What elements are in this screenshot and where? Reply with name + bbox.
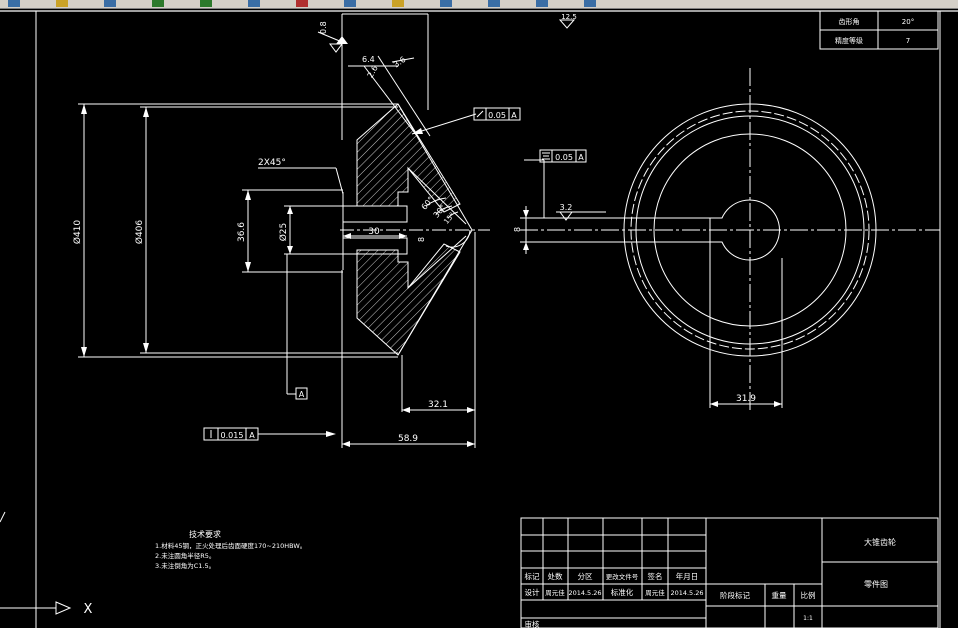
gear-section-hatch-upper [356,103,461,213]
spec-label: 精度等级 [835,36,863,45]
svg-text:年月日: 年月日 [676,571,699,581]
roughness-symbol [559,211,573,221]
dim-dia-410: Ø410 [72,220,83,245]
dim-31-9: 31.9 [736,394,756,404]
drawing-number: 零件图 [864,579,888,589]
svg-text:分区: 分区 [578,572,593,581]
svg-text:标准化: 标准化 [611,587,634,597]
svg-text:A: A [578,153,584,162]
svg-text:周元佳: 周元佳 [545,588,565,597]
redo-icon[interactable] [200,0,212,7]
datum-marker-a: A [295,387,308,400]
svg-text:阶段标记: 阶段标记 [720,590,750,600]
zoom-window-icon[interactable] [344,0,356,7]
ucs-icon: X [0,511,93,617]
spec-value: 7 [906,37,910,45]
layer-icon[interactable] [56,0,68,7]
svg-text:0.05: 0.05 [555,153,573,162]
undo-icon[interactable] [152,0,164,7]
svg-text:0.015: 0.015 [221,431,244,440]
tolerance-frame-runout[interactable]: 0.05 A [473,107,521,121]
svg-text:签名: 签名 [648,571,663,581]
gear-section-view[interactable]: 0.8 6.4 3.6 2.6 2X45° Ø410 Ø406 36.6 Ø25… [72,13,521,448]
print-icon[interactable] [104,0,116,7]
tech-line: 2.未注圆角半径R5。 [155,551,215,560]
svg-text:更改文件号: 更改文件号 [606,572,639,581]
dim-36-6: 36.6 [237,222,247,242]
dim-rough-3-2: 3.2 [560,203,573,212]
arrow-icon[interactable] [8,0,20,7]
symmetry-icon [542,152,550,160]
svg-text:2014.5.26: 2014.5.26 [568,589,601,597]
dim-keyway-8: 8 [513,227,522,232]
spec-table: 齿形角 20° 精度等级 7 [819,10,939,50]
zoom-icon[interactable] [296,0,308,7]
gear-section-hatch-lower [356,243,461,356]
grid-icon[interactable] [536,0,548,7]
roughness-symbol [329,43,343,53]
dim-0-8: 0.8 [319,21,328,34]
center-lines [520,68,940,410]
dim-3-6: 3.6 [392,55,408,70]
properties-icon[interactable] [392,0,404,7]
svg-text:重量: 重量 [772,591,787,600]
dim-dia-406: Ø406 [134,220,145,245]
svg-text:设计: 设计 [525,587,540,597]
pan-icon[interactable] [248,0,260,7]
keyway-arrows [523,210,782,407]
roughness-general: 12.5 [558,13,577,29]
svg-text:比例: 比例 [801,590,816,600]
tech-title: 技术要求 [189,529,221,539]
spec-label: 齿形角 [839,17,860,26]
svg-text:审核: 审核 [525,619,540,628]
gear-front-view[interactable]: 3.2 8 31.9 0.05 A 12.5 [513,13,940,410]
svg-text:周元佳: 周元佳 [645,588,665,597]
dim-30: 30 [368,227,380,237]
dim-58-9: 58.9 [398,434,418,444]
tech-line: 1.材料45钢，正火处理后齿面硬度170~210HBW。 [155,541,306,550]
svg-text:A: A [299,390,305,399]
dim-dia-25: Ø25 [278,223,289,242]
svg-text:12.5: 12.5 [561,13,577,21]
tech-requirements: 技术要求 1.材料45钢，正火处理后齿面硬度170~210HBW。 2.未注圆角… [155,529,306,570]
svg-text:A: A [249,431,255,440]
text-style-icon[interactable] [440,0,452,7]
svg-text:0.05: 0.05 [488,111,506,120]
dim-32-1: 32.1 [428,400,448,410]
svg-text:处数: 处数 [548,571,563,581]
part-name: 大锥齿轮 [864,537,896,547]
svg-text:X: X [84,602,93,617]
keyway-dims [520,159,783,408]
help-icon[interactable] [584,0,596,7]
table-icon[interactable] [488,0,500,7]
svg-text:标记: 标记 [525,571,540,581]
runout-icon [476,110,484,118]
tolerance-frame-perpendicular[interactable]: 0.015 A [203,427,259,441]
dim-6-4: 6.4 [362,55,375,64]
svg-text:1:1: 1:1 [803,615,813,622]
dim-8: 8 [417,237,426,242]
svg-text:A: A [511,111,517,120]
svg-text:2014.5.26: 2014.5.26 [670,589,703,597]
dim-chamfer: 2X45° [258,158,286,168]
tech-line: 3.未注倒角为C1.5。 [155,561,215,570]
spec-value: 20° [902,18,914,26]
drawing-canvas[interactable]: 齿形角 20° 精度等级 7 0.8 6.4 3.6 2.6 2X45° Ø41… [0,8,958,628]
tolerance-frame-symmetry[interactable]: 0.05 A [539,149,587,163]
